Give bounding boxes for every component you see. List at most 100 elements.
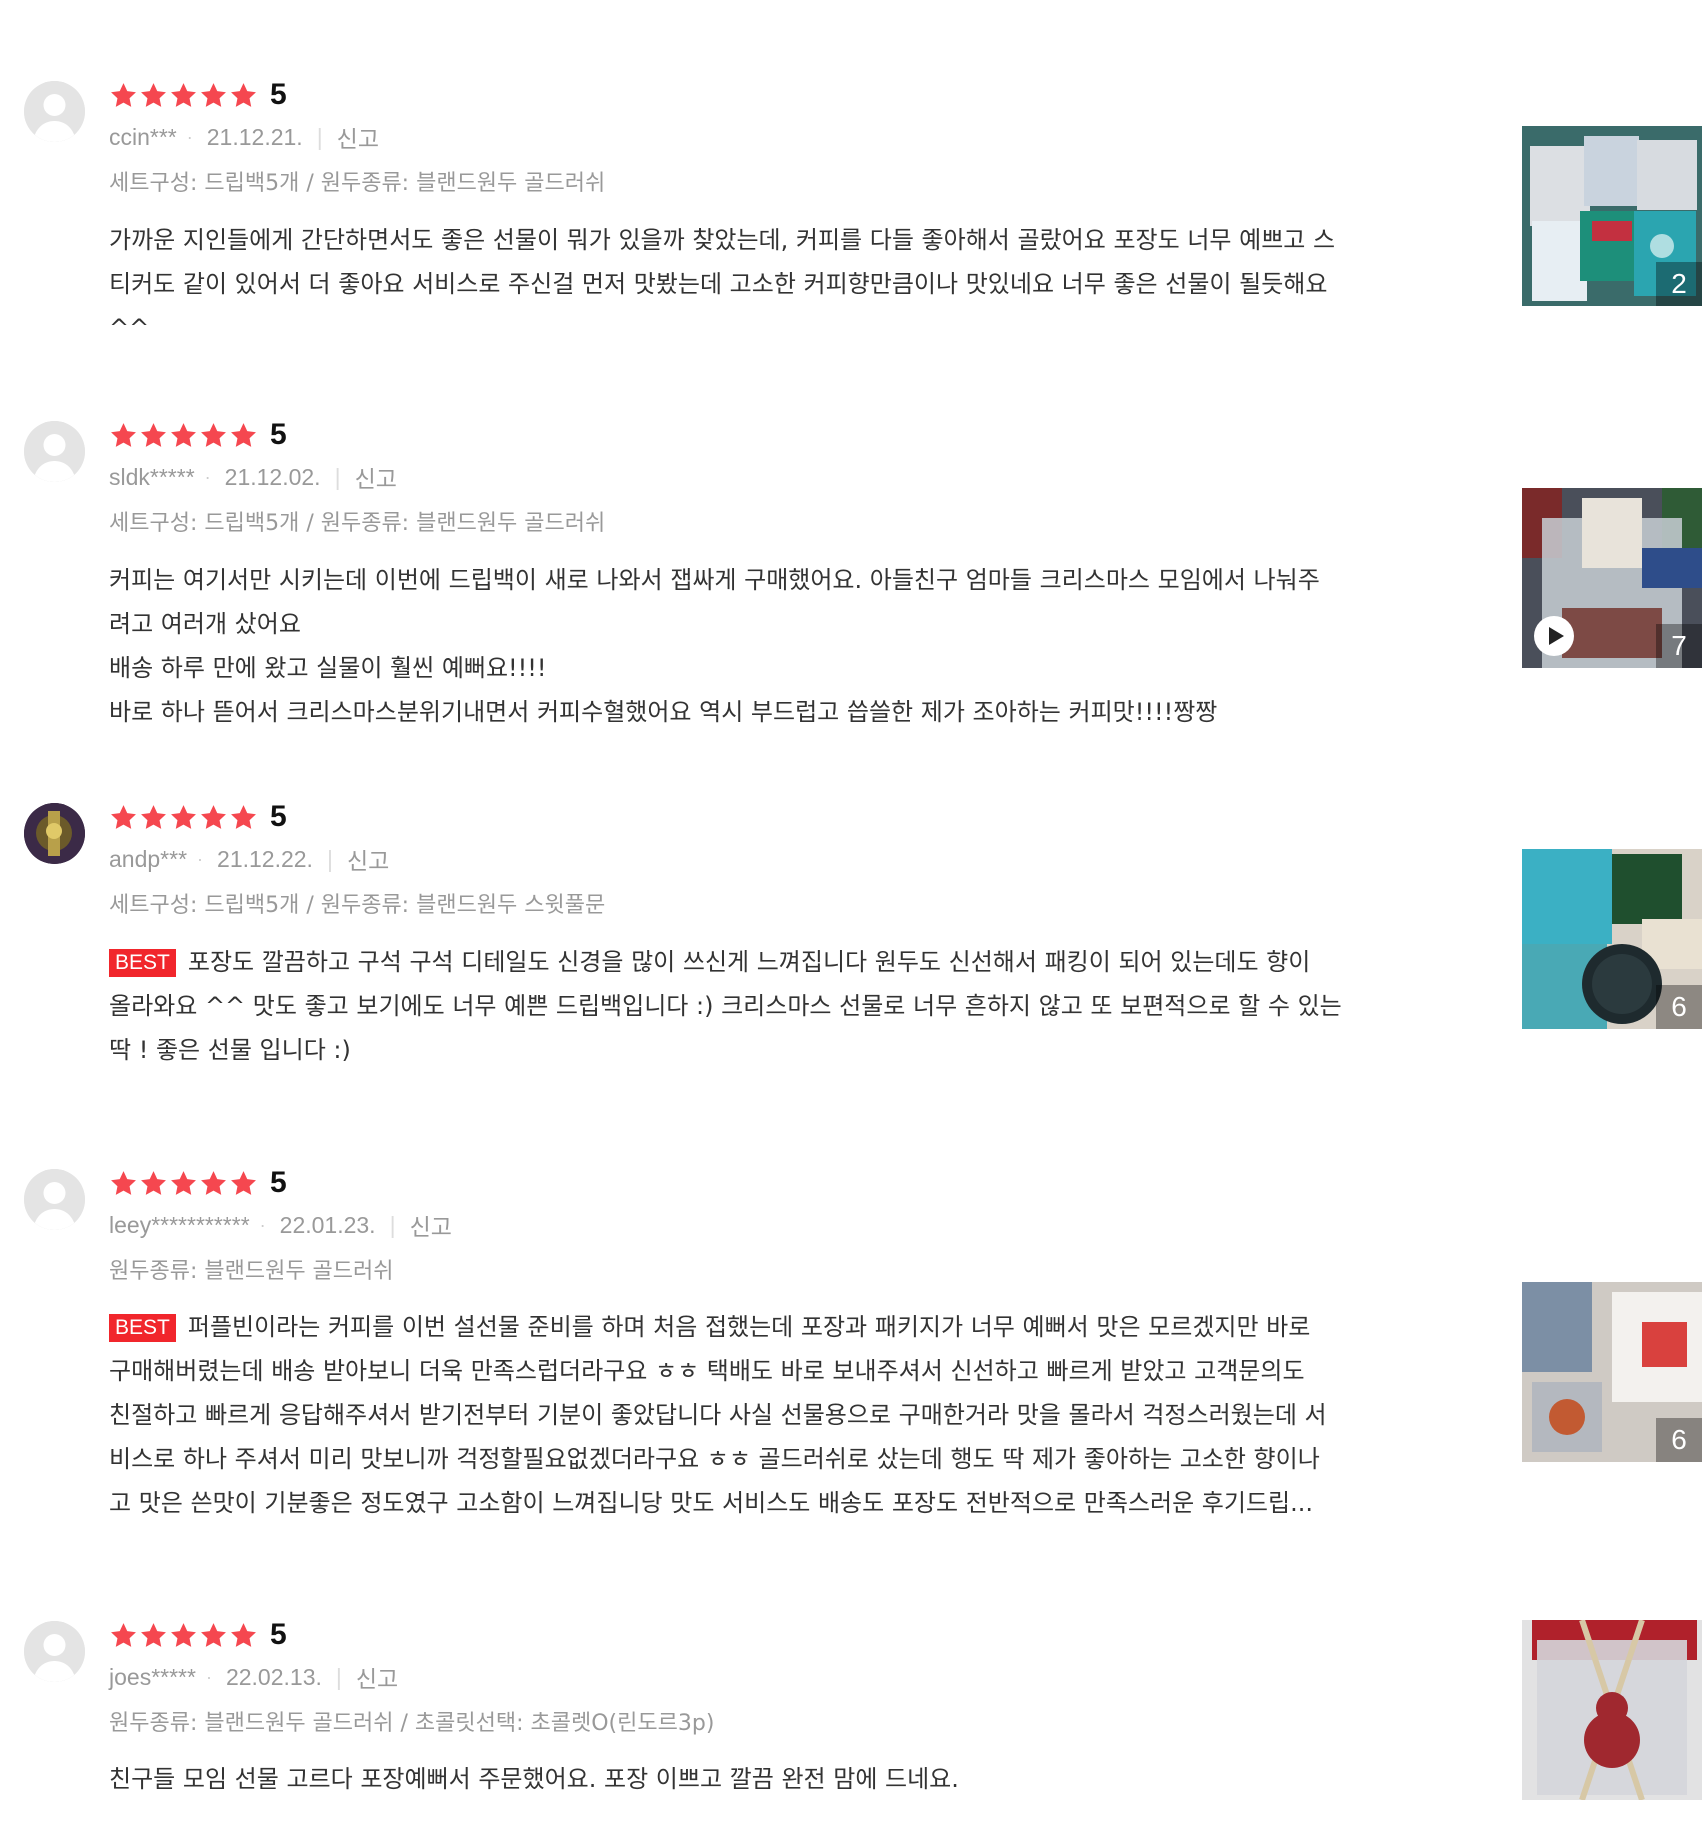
rating-score: 5 [270, 1618, 287, 1651]
star-icon [139, 1621, 168, 1650]
star-icon [109, 803, 138, 832]
star-icon [109, 81, 138, 110]
review-date: 22.02.13. [225, 1663, 322, 1690]
dot-separator: · [186, 126, 193, 147]
avatar [24, 1169, 85, 1230]
avatar [24, 1621, 85, 1682]
star-icon [229, 81, 258, 110]
photo-count: 6 [1656, 985, 1702, 1029]
reviewer-id: sldk***** [109, 463, 195, 490]
star-rating: 5 [109, 1166, 287, 1199]
photo-image [1522, 1620, 1702, 1800]
dot-separator: · [204, 466, 211, 487]
star-icon [199, 1169, 228, 1198]
purchase-option: 세트구성: 드립백5개 / 원두종류: 블랜드원두 골드러쉬 [109, 171, 606, 196]
avatar [24, 81, 85, 142]
reviewer-id: ccin*** [109, 123, 177, 150]
review-photo[interactable]: 6 [1522, 1282, 1702, 1462]
review-line-text: 퍼플빈이라는 커피를 이번 설선물 준비를 하며 처음 접했는데 포장과 패키지… [187, 1313, 1311, 1341]
star-icon [199, 803, 228, 832]
review-text: 커피는 여기서만 시키는데 이번에 드립백이 새로 나와서 잽싸게 구매했어요.… [109, 558, 1459, 734]
reviewer-id: leey*********** [109, 1211, 250, 1238]
divider: | [316, 123, 323, 150]
report-link[interactable]: 신고 [337, 120, 379, 154]
purchase-option: 세트구성: 드립백5개 / 원두종류: 블랜드원두 스윗풀문 [109, 893, 606, 918]
star-icon [139, 803, 168, 832]
review-line: 친구들 모임 선물 고르다 포장예뻐서 주문했어요. 포장 이쁘고 깔끔 완전 … [109, 1765, 959, 1793]
star-icon [169, 1169, 198, 1198]
review-line: 려고 여러개 샀어요 [109, 610, 301, 638]
review-date: 21.12.22. [217, 845, 313, 872]
star-rating: 5 [109, 418, 287, 451]
review-line: 가까운 지인들에게 간단하면서도 좋은 선물이 뭐가 있을까 찾았는데, 커피를… [109, 226, 1336, 254]
review-line: 고 맛은 쓴맛이 기분좋은 정도였구 고소함이 느껴집니당 맛도 서비스도 배송… [109, 1489, 1313, 1517]
review-line: 딱 ! 좋은 선물 입니다 :) [109, 1036, 351, 1064]
review-text: 친구들 모임 선물 고르다 포장예뻐서 주문했어요. 포장 이쁘고 깔끔 완전 … [109, 1757, 1459, 1801]
star-icon [199, 1621, 228, 1650]
photo-count: 2 [1656, 262, 1702, 306]
rating-score: 5 [270, 1166, 287, 1199]
review-line-text: 포장도 깔끔하고 구석 구석 디테일도 신경을 많이 쓰신게 느껴집니다 원두도… [187, 948, 1311, 976]
dot-separator: · [259, 1214, 266, 1235]
review-line: ^^ [109, 314, 150, 342]
review-text: BEST 퍼플빈이라는 커피를 이번 설선물 준비를 하며 처음 접했는데 포장과… [109, 1305, 1459, 1525]
review-line: 커피는 여기서만 시키는데 이번에 드립백이 새로 나와서 잽싸게 구매했어요.… [109, 566, 1320, 594]
review-photo[interactable]: 2 [1522, 126, 1702, 306]
star-icon [169, 1621, 198, 1650]
best-badge: BEST [109, 1314, 176, 1342]
dot-separator: · [205, 1666, 212, 1687]
star-icon [199, 421, 228, 450]
star-icon [109, 421, 138, 450]
star-rating: 5 [109, 1618, 287, 1651]
report-link[interactable]: 신고 [355, 460, 397, 494]
star-icon [229, 1621, 258, 1650]
star-icon [139, 421, 168, 450]
star-icon [199, 81, 228, 110]
star-icon [109, 1169, 138, 1198]
review-date: 21.12.21. [206, 123, 303, 150]
review-photo[interactable] [1522, 1620, 1702, 1800]
review-line: 배송 하루 만에 왔고 실물이 훨씬 예뻐요!!!! [109, 654, 547, 682]
review-line: 구매해버렸는데 배송 받아보니 더욱 만족스럽더라구요 ㅎㅎ 택배도 바로 보내… [109, 1357, 1305, 1385]
review-line: 친절하고 빠르게 응답해주셔서 받기전부터 기분이 좋았답니다 사실 선물용으로… [109, 1401, 1327, 1429]
review-date: 21.12.02. [224, 463, 321, 490]
reviewer-id: andp*** [109, 845, 188, 872]
divider: | [389, 1211, 396, 1238]
purchase-option: 원두종류: 블랜드원두 골드러쉬 / 초콜릿선택: 초콜렛O(린도르3p) [109, 1711, 715, 1736]
star-icon [139, 1169, 168, 1198]
reviewer-id: joes***** [109, 1663, 196, 1690]
report-link[interactable]: 신고 [356, 1660, 398, 1694]
photo-count: 7 [1656, 624, 1702, 668]
review-line: BEST 퍼플빈이라는 커피를 이번 설선물 준비를 하며 처음 접했는데 포장과… [109, 1305, 1459, 1349]
review-photo[interactable]: 7 [1522, 488, 1702, 668]
report-link[interactable]: 신고 [410, 1208, 452, 1242]
star-icon [169, 421, 198, 450]
star-icon [229, 1169, 258, 1198]
star-rating: 5 [109, 800, 287, 833]
star-icon [169, 803, 198, 832]
review-line: 바로 하나 뜯어서 크리스마스분위기내면서 커피수혈했어요 역시 부드럽고 씁쓸… [109, 698, 1218, 726]
divider: | [334, 463, 341, 490]
review-photo[interactable]: 6 [1522, 849, 1702, 1029]
review-line: 티커도 같이 있어서 더 좋아요 서비스로 주신걸 먼저 맛봤는데 고소한 커피… [109, 270, 1328, 298]
photo-count: 6 [1656, 1418, 1702, 1462]
profile-photo-icon [24, 803, 85, 864]
rating-score: 5 [270, 418, 287, 451]
star-icon [139, 81, 168, 110]
star-icon [109, 1621, 138, 1650]
review-text: BEST 포장도 깔끔하고 구석 구석 디테일도 신경을 많이 쓰신게 느껴집니다… [109, 940, 1459, 1072]
avatar [24, 803, 85, 864]
purchase-option: 원두종류: 블랜드원두 골드러쉬 [109, 1259, 394, 1284]
star-icon [229, 421, 258, 450]
review-line: 올라와요 ^^ 맛도 좋고 보기에도 너무 예쁜 드립백입니다 :) 크리스마스… [109, 992, 1342, 1020]
review-line: 비스로 하나 주셔서 미리 맛보니까 걱정할필요없겠더라구요 ㅎㅎ 골드러쉬로 … [109, 1445, 1320, 1473]
review-date: 22.01.23. [279, 1211, 376, 1238]
divider: | [326, 845, 333, 872]
review-line: BEST 포장도 깔끔하고 구석 구석 디테일도 신경을 많이 쓰신게 느껴집니다… [109, 940, 1459, 984]
rating-score: 5 [270, 800, 287, 833]
avatar [24, 421, 85, 482]
report-link[interactable]: 신고 [347, 842, 389, 876]
best-badge: BEST [109, 949, 176, 977]
play-icon[interactable] [1534, 616, 1574, 656]
rating-score: 5 [270, 78, 287, 111]
